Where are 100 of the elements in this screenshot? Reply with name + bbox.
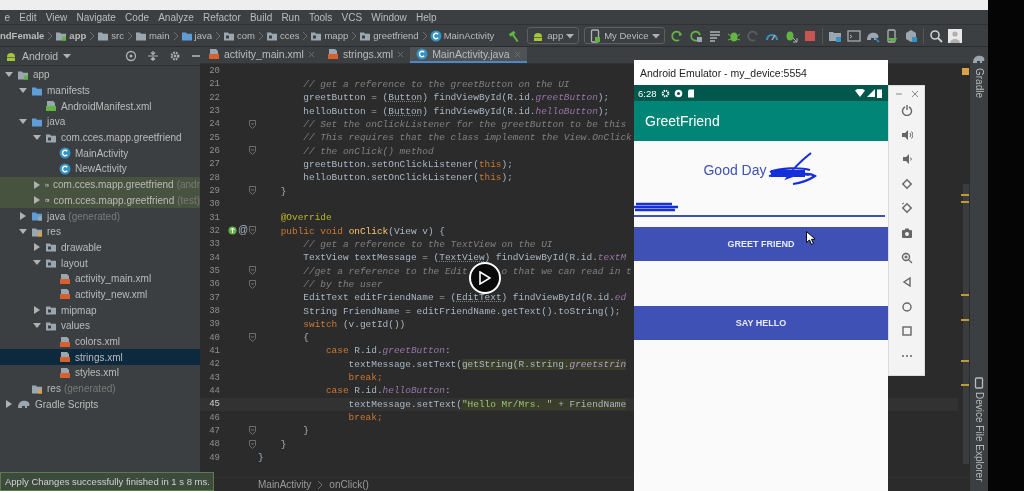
breadcrumb[interactable]: src: [111, 30, 124, 41]
tree-item[interactable]: AndroidManifest.xml: [0, 98, 200, 115]
menu-item[interactable]: Navigate: [71, 11, 121, 23]
notification-balloon: Apply Changes successfully finished in 1 s 8 ms.: [0, 472, 214, 491]
menu-item[interactable]: VCS: [336, 11, 367, 23]
tool-window-tab[interactable]: Gradle: [973, 68, 985, 98]
code-line: textMessage.setText("Hello Mr/Mrs. " + FriendName: [347, 398, 627, 410]
editor-tab[interactable]: activity_main.xml: [202, 47, 321, 64]
tree-item[interactable]: com.cces.mapp.greetfriend: [0, 129, 200, 146]
tree-item[interactable]: Gradle Scripts: [0, 396, 200, 413]
window-title: Android Emulator - my_device:5554: [634, 60, 888, 85]
device-dropdown[interactable]: My Device: [584, 27, 665, 44]
tree-item[interactable]: drawable: [0, 239, 200, 256]
code-line: // get a reference to the TextView on the UI: [302, 238, 553, 250]
code-line: //get a reference to the Edit: [302, 265, 468, 277]
code-line: greetButton = (Button) findViewById(R.id.greetButton);: [302, 92, 610, 104]
line-number: 24: [208, 119, 220, 130]
breadcrumb[interactable]: MainActivity: [258, 479, 312, 491]
tree-item[interactable]: res (generated): [0, 380, 200, 397]
line-number: 48: [208, 439, 220, 450]
tree-item[interactable]: activity_main.xml: [0, 270, 200, 287]
tree-item[interactable]: layout: [0, 255, 200, 271]
tree-item[interactable]: activity_new.xml: [0, 286, 200, 303]
breadcrumb[interactable]: com: [236, 30, 255, 41]
line-number: 20: [208, 66, 220, 77]
code-line: helloButton = (Button) findViewById(R.id.helloButton);: [302, 105, 610, 117]
implements-marker[interactable]: @: [238, 224, 249, 236]
view-dropdown[interactable]: Android: [5, 50, 72, 62]
menu-item[interactable]: Build: [245, 11, 277, 23]
greeting-text: Good Day: [703, 162, 767, 178]
breadcrumb[interactable]: main: [148, 30, 170, 41]
code-line: o that we can read in t: [501, 265, 632, 277]
code-line: break;: [347, 412, 383, 424]
editor-tab[interactable]: MainActivity.java: [410, 47, 527, 64]
code-line: // by the user: [302, 278, 383, 290]
code-line: break;: [347, 372, 383, 384]
app-button[interactable]: GREET FRIEND: [634, 227, 888, 261]
tool-window-tab[interactable]: Device File Explorer: [973, 391, 985, 481]
app-title: GreetFriend: [645, 113, 720, 129]
line-number: 38: [208, 306, 220, 316]
line-number: 36: [208, 279, 220, 290]
menu-item[interactable]: Window: [366, 11, 412, 23]
code-line: // get a reference to the greetButton on the UI: [302, 78, 570, 90]
tree-item[interactable]: MainActivity: [0, 145, 200, 162]
line-number: 46: [208, 412, 220, 423]
breadcrumb[interactable]: app: [69, 30, 87, 41]
breadcrumb[interactable]: onClick(): [329, 479, 369, 491]
code-line: }: [258, 452, 264, 464]
tree-item[interactable]: styles.xml: [0, 365, 200, 381]
breadcrumb[interactable]: mapp: [324, 30, 349, 41]
menu-item[interactable]: Tools: [304, 11, 337, 23]
line-number: 39: [208, 319, 220, 330]
code-line: textMessage.setText(getString(R.string.greetstrin: [347, 358, 627, 370]
menu-item[interactable]: e: [0, 11, 15, 23]
tree-item[interactable]: manifests: [0, 82, 200, 99]
breadcrumb[interactable]: greetfriend: [373, 30, 419, 41]
line-number: 43: [208, 372, 220, 383]
line-number: 25: [208, 132, 220, 143]
clock: 6:28: [638, 87, 657, 99]
menu-item[interactable]: Refactor: [198, 11, 246, 23]
line-number: 31: [208, 212, 220, 223]
breadcrumb[interactable]: cces: [279, 30, 300, 41]
line-number: 26: [208, 146, 220, 157]
tree-item[interactable]: res: [0, 223, 200, 240]
menu-item[interactable]: Run: [276, 11, 305, 23]
line-number: 37: [208, 292, 220, 303]
line-number: 27: [208, 159, 220, 170]
tree-item[interactable]: java (generated): [0, 208, 200, 224]
line-number: 32: [208, 226, 220, 237]
code-line: case R.id.helloButton:: [324, 385, 451, 397]
line-number: 23: [208, 106, 220, 117]
tree-item[interactable]: NewActivity: [0, 161, 200, 177]
menu-item[interactable]: View: [41, 11, 72, 23]
configuration-dropdown[interactable]: app: [527, 27, 580, 44]
editor-tab[interactable]: strings.xml: [320, 47, 411, 64]
line-number: 35: [208, 266, 220, 276]
menu-item[interactable]: Help: [411, 11, 442, 23]
code-line: // the onClick() method: [302, 145, 434, 157]
app-button[interactable]: SAY HELLO: [634, 306, 888, 340]
tree-item[interactable]: app: [0, 67, 200, 83]
line-number: 29: [208, 186, 220, 197]
line-number: 21: [208, 79, 220, 90]
menu-item[interactable]: Analyze: [153, 11, 199, 23]
tree-item[interactable]: mipmap: [0, 302, 200, 318]
line-number: 42: [208, 359, 220, 370]
tree-item[interactable]: values: [0, 318, 200, 334]
menu-item[interactable]: Code: [120, 11, 154, 23]
tree-item[interactable]: colors.xml: [0, 333, 200, 350]
line-number: 47: [208, 425, 220, 436]
tree-item[interactable]: java: [0, 114, 200, 130]
breadcrumb[interactable]: ndFemale: [0, 30, 45, 41]
breadcrumb[interactable]: java: [194, 30, 212, 41]
code-line: }: [279, 185, 287, 197]
line-number: 40: [208, 332, 220, 343]
code-line: // This requires that the class implement the View.OnClick: [302, 132, 632, 144]
line-number: 34: [208, 252, 220, 263]
tree-item[interactable]: strings.xml: [0, 349, 200, 366]
breadcrumb[interactable]: MainActivity: [443, 30, 495, 41]
code-line: EditText editFriendName = (EditText) findViewById(R.id.ed: [302, 292, 627, 304]
menu-item[interactable]: Edit: [14, 11, 42, 23]
